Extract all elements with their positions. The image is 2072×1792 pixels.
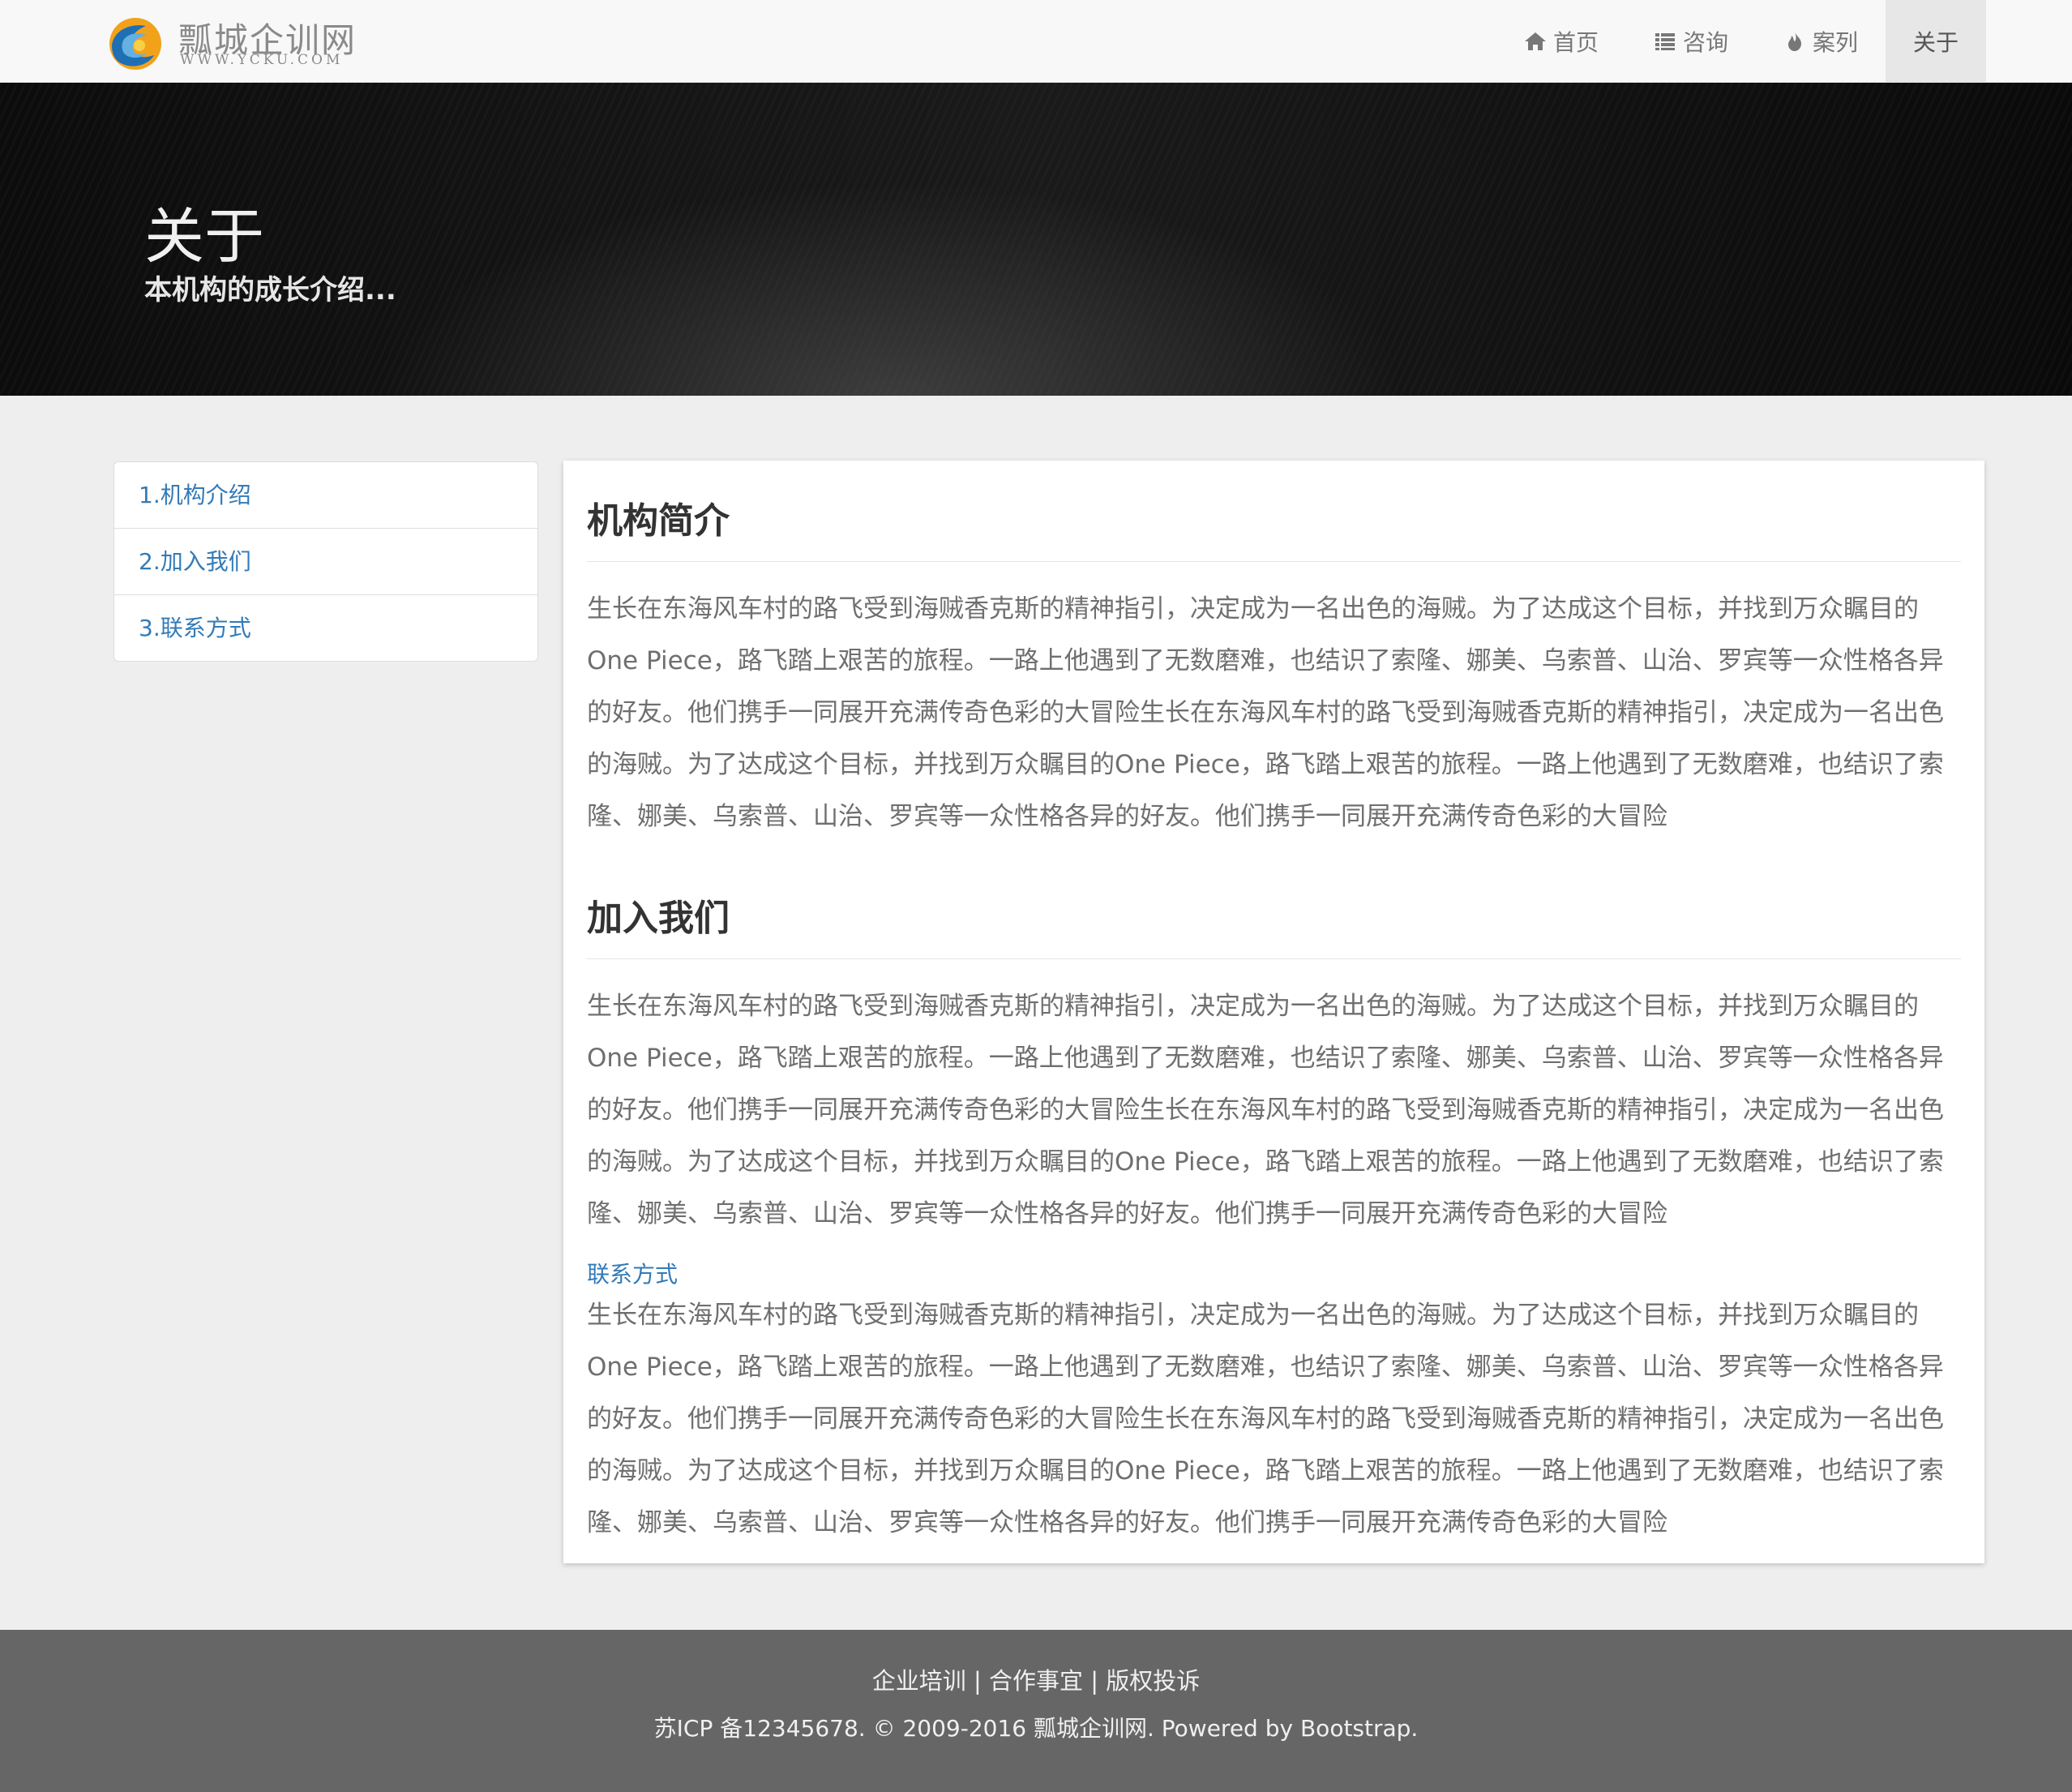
nav-label-consult: 咨询 xyxy=(1682,28,1728,56)
nav-label-about: 关于 xyxy=(1912,28,1959,56)
nav-label-cases: 案列 xyxy=(1812,28,1858,56)
fire-icon xyxy=(1787,31,1801,51)
sidebar-item-intro[interactable]: 1.机构介绍 xyxy=(114,462,537,529)
section-heading-intro: 机构简介 xyxy=(587,491,1961,562)
section-text-join: 生长在东海风车村的路飞受到海贼香克斯的精神指引，决定成为一名出色的海贼。为了达成… xyxy=(587,992,1944,1228)
nav-label-home: 首页 xyxy=(1552,28,1599,56)
footer-copyright: 苏ICP 备12345678. © 2009-2016 瓢城企训网. Power… xyxy=(653,1715,1419,1742)
nav-item-home[interactable]: 首页 xyxy=(1496,0,1626,82)
sidebar-nav: 1.机构介绍 2.加入我们 3.联系方式 xyxy=(113,461,538,662)
section-text-contact: 生长在东海风车村的路飞受到海贼香克斯的精神指引，决定成为一名出色的海贼。为了达成… xyxy=(587,1301,1944,1537)
nav-item-about[interactable]: 关于 xyxy=(1885,0,1986,82)
logo-icon xyxy=(109,18,161,70)
main-nav: 首页 咨询 案列 关于 xyxy=(1496,0,1986,82)
brand-subtitle: WWW.YCKU.COM xyxy=(180,52,344,68)
contact-link[interactable]: 联系方式 xyxy=(587,1257,678,1289)
nav-item-cases[interactable]: 案列 xyxy=(1756,0,1886,82)
page-subtitle: 本机构的成长介绍... xyxy=(144,274,396,307)
section-heading-join: 加入我们 xyxy=(587,889,1961,959)
footer-links[interactable]: 企业培训 | 合作事宜 | 版权投诉 xyxy=(0,1662,2072,1696)
page-title: 关于 xyxy=(144,202,264,272)
list-icon xyxy=(1655,32,1675,50)
navbar: 瓢城企训网 WWW.YCKU.COM 首页 咨询 案列 关于 xyxy=(0,0,2072,83)
brand-logo[interactable]: 瓢城企训网 WWW.YCKU.COM xyxy=(105,10,365,73)
footer: 企业培训 | 合作事宜 | 版权投诉 苏ICP 备12345678. © 200… xyxy=(0,1630,2072,1792)
section-text-intro: 生长在东海风车村的路飞受到海贼香克斯的精神指引，决定成为一名出色的海贼。为了达成… xyxy=(587,594,1944,831)
home-icon xyxy=(1524,32,1546,50)
nav-item-consult[interactable]: 咨询 xyxy=(1626,0,1756,82)
hero-banner: 关于 本机构的成长介绍... xyxy=(0,83,2072,396)
sidebar-item-contact[interactable]: 3.联系方式 xyxy=(114,595,537,661)
sidebar-item-join[interactable]: 2.加入我们 xyxy=(114,529,537,595)
main-content: 机构简介 生长在东海风车村的路飞受到海贼香克斯的精神指引，决定成为一名出色的海贼… xyxy=(563,461,1984,1563)
